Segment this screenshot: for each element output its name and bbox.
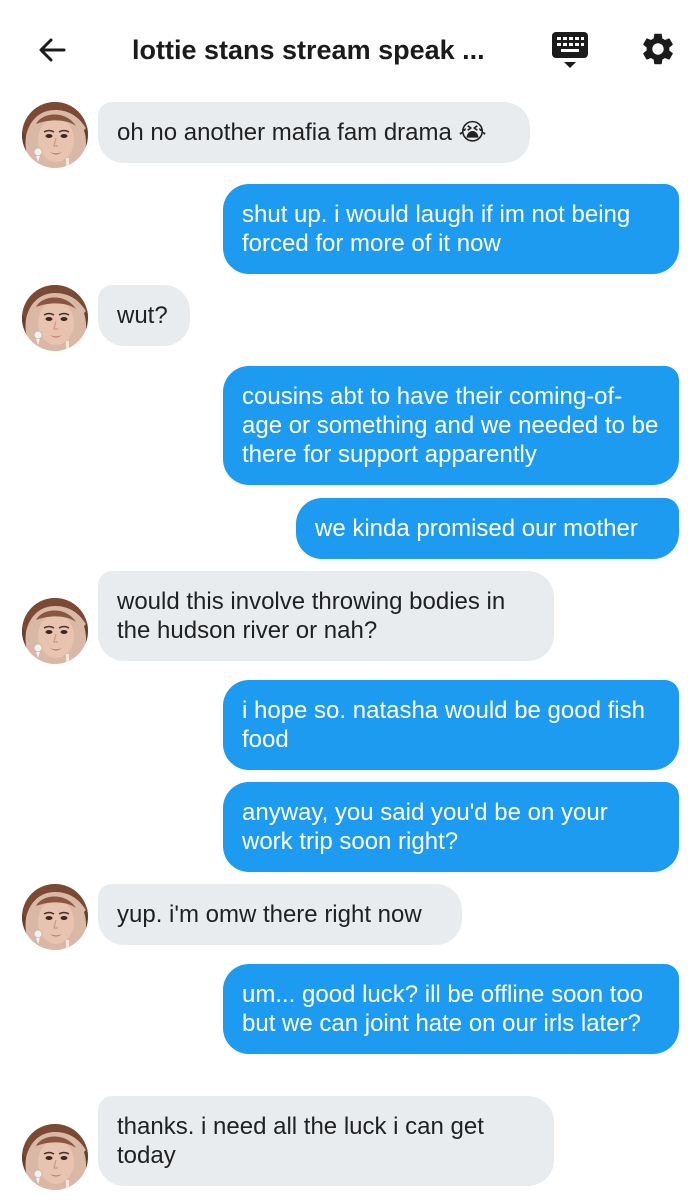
received-message[interactable]: would this involve throwing bodies in th… [98, 571, 554, 661]
keyboard-button[interactable] [548, 26, 592, 74]
contact-avatar[interactable] [22, 1124, 88, 1190]
sent-message[interactable]: um... good luck? ill be offline soon too… [223, 964, 679, 1054]
chat-title[interactable]: lottie stans stream speak ... [132, 30, 532, 70]
avatar-image [22, 102, 88, 168]
received-message[interactable]: oh no another mafia fam drama 😭 [98, 102, 530, 163]
arrow-left-icon [39, 38, 66, 62]
avatar-image [22, 598, 88, 664]
contact-avatar[interactable] [22, 102, 88, 168]
sent-message[interactable]: anyway, you said you'd be on your work t… [223, 782, 679, 872]
gear-icon [643, 33, 673, 65]
sent-message[interactable]: we kinda promised our mother [296, 498, 679, 559]
settings-button[interactable] [636, 27, 680, 71]
keyboard-icon [552, 32, 588, 68]
sent-message[interactable]: shut up. i would laugh if im not being f… [223, 184, 679, 274]
chat-header: lottie stans stream speak ... [0, 0, 699, 96]
sent-message[interactable]: i hope so. natasha would be good fish fo… [223, 680, 679, 770]
sent-message[interactable]: cousins abt to have their coming-of-age … [223, 366, 679, 485]
received-message[interactable]: thanks. i need all the luck i can get to… [98, 1096, 554, 1186]
contact-avatar[interactable] [22, 598, 88, 664]
avatar-image [22, 884, 88, 950]
avatar-image [22, 1124, 88, 1190]
avatar-image [22, 285, 88, 351]
contact-avatar[interactable] [22, 285, 88, 351]
contact-avatar[interactable] [22, 884, 88, 950]
received-message[interactable]: wut? [98, 285, 190, 346]
received-message[interactable]: yup. i'm omw there right now [98, 884, 462, 945]
back-button[interactable] [30, 28, 74, 72]
